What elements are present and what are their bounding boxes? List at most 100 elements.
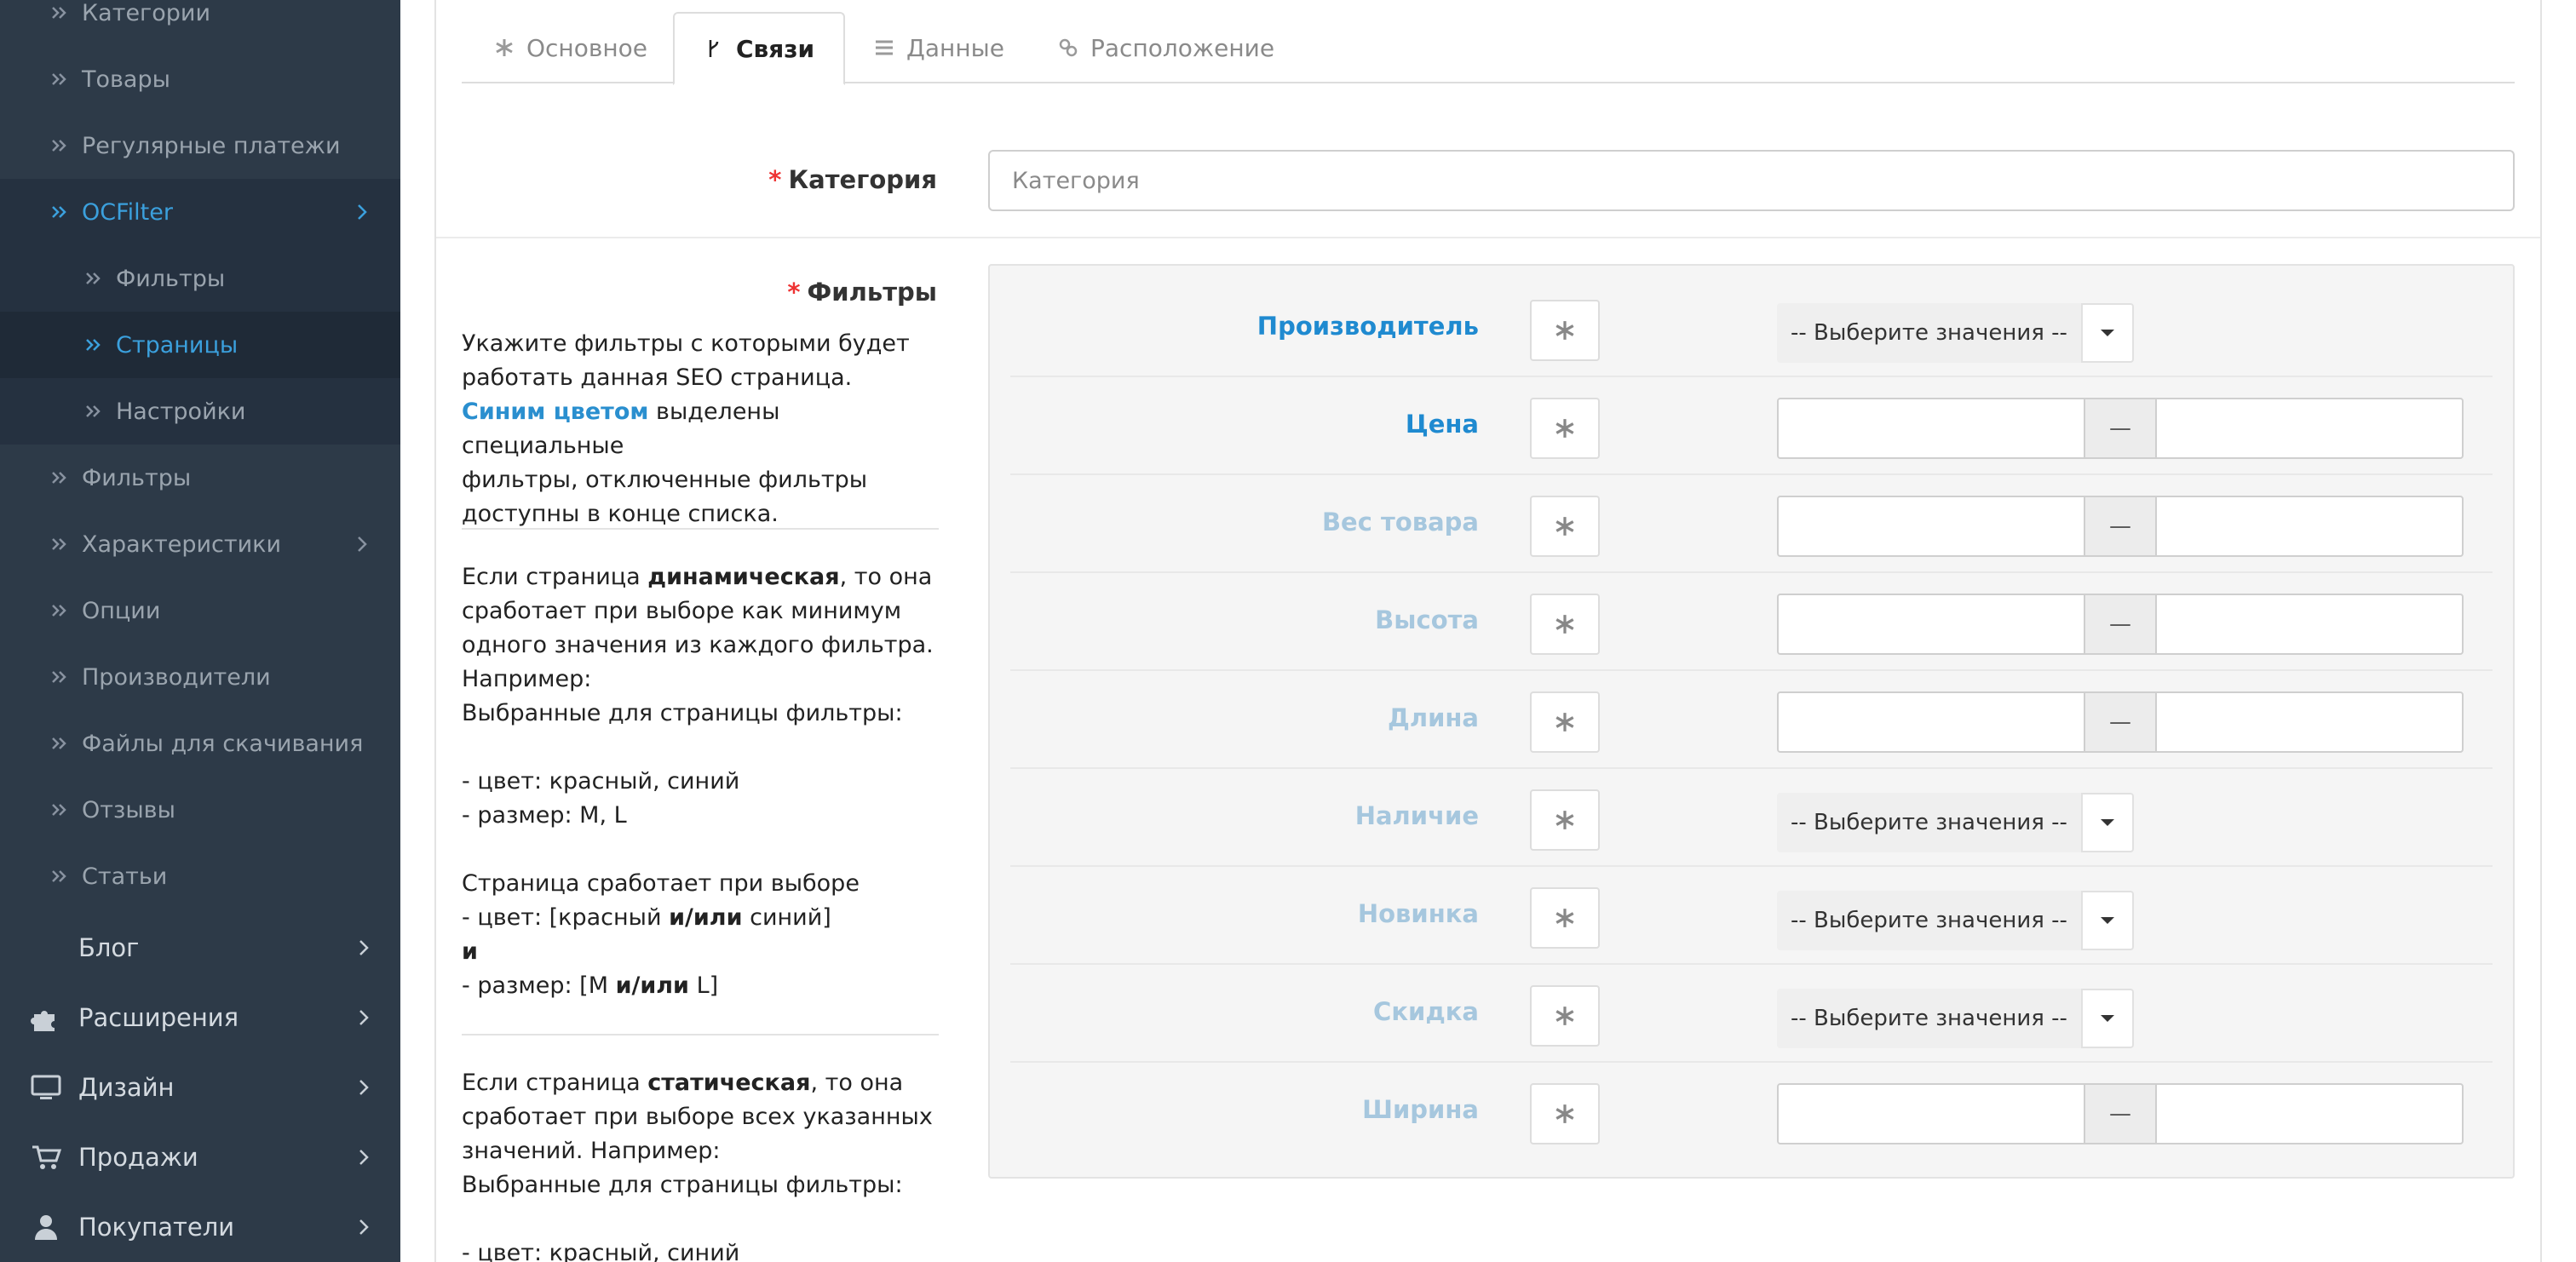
filter-row-price: Цена — [1010, 377, 2493, 475]
description-text: , то она [839, 564, 933, 590]
filters-label-text: Фильтры [807, 278, 937, 307]
description-bold: динамическая [647, 564, 840, 590]
sidebar-menu-design[interactable]: Дизайн [0, 1053, 400, 1122]
filter-name[interactable]: Скидка [1373, 997, 1479, 1026]
highlight-blue-text: Синим цветом [462, 399, 649, 425]
filter-any-button[interactable] [1530, 1083, 1600, 1144]
sidebar-item-label: Файлы для скачивания [82, 730, 364, 757]
tab-layout[interactable]: Расположение [1058, 12, 1274, 83]
range-max-input[interactable] [2155, 1083, 2464, 1144]
double-chevron-right-icon [52, 7, 66, 19]
sidebar-item-downloads[interactable]: Файлы для скачивания [0, 710, 400, 777]
caret-down-icon [2100, 330, 2114, 336]
range-min-input[interactable] [1777, 594, 2085, 655]
sidebar-item-filters[interactable]: Фильтры [0, 445, 400, 511]
filter-values-select[interactable]: -- Выберите значения -- [1777, 793, 2134, 852]
filter-any-button[interactable] [1530, 691, 1600, 753]
filter-name[interactable]: Ширина [1362, 1095, 1479, 1124]
filter-any-button[interactable] [1530, 496, 1600, 557]
filter-any-button[interactable] [1530, 887, 1600, 949]
dynamic-description: Если страница динамическая, то она срабо… [462, 560, 939, 1003]
dropdown-toggle[interactable] [2080, 303, 2134, 363]
filter-name[interactable]: Производитель [1257, 312, 1479, 341]
filter-name[interactable]: Новинка [1358, 899, 1479, 928]
filter-any-button[interactable] [1530, 594, 1600, 655]
chevron-right-icon [358, 204, 367, 220]
sidebar-item-categories[interactable]: Категории [0, 0, 400, 46]
sidebar-menu-customers[interactable]: Покупатели [0, 1192, 400, 1262]
sidebar-item-reviews[interactable]: Отзывы [0, 777, 400, 843]
filter-row-length: Длина — [1010, 671, 2493, 769]
range-min-input[interactable] [1777, 691, 2085, 753]
tab-general[interactable]: Основное [494, 12, 647, 83]
required-mark: * [787, 278, 801, 307]
tab-links[interactable]: Связи [673, 12, 846, 85]
filters-label: * Фильтры [787, 278, 937, 307]
description-line: Синим цветом выделены специальные [462, 395, 939, 463]
filter-range: — [1777, 398, 2464, 459]
asterisk-icon [1555, 615, 1574, 634]
caret-down-icon [2100, 819, 2114, 826]
description-line: Страница сработает при выборе [462, 870, 860, 897]
tab-data[interactable]: Данные [874, 12, 1004, 83]
dropdown-toggle[interactable] [2080, 989, 2134, 1048]
range-max-input[interactable] [2155, 398, 2464, 459]
filter-name[interactable]: Длина [1388, 703, 1479, 732]
sidebar-item-ocfilter-settings[interactable]: Настройки [0, 378, 400, 445]
filter-name[interactable]: Высота [1375, 605, 1479, 634]
filter-row-weight: Вес товара — [1010, 475, 2493, 573]
filter-row-width: Ширина — [1010, 1063, 2493, 1161]
category-input[interactable] [988, 150, 2515, 211]
double-chevron-right-icon [52, 804, 66, 816]
sidebar-menu-label: Продажи [78, 1143, 198, 1172]
description-bold: и/или [615, 972, 689, 999]
sidebar-menu-label: Покупатели [78, 1213, 235, 1242]
static-description: Если страница статическая, то она сработ… [462, 1066, 939, 1262]
dropdown-toggle[interactable] [2080, 793, 2134, 852]
range-max-input[interactable] [2155, 496, 2464, 557]
description-text: - цвет: [красный [462, 904, 670, 931]
filter-values-select[interactable]: -- Выберите значения -- [1777, 989, 2134, 1048]
sidebar-menu-extensions[interactable]: Расширения [0, 983, 400, 1053]
filter-values-select[interactable]: -- Выберите значения -- [1777, 891, 2134, 950]
description-text: Если страница [462, 564, 648, 590]
filter-any-button[interactable] [1530, 985, 1600, 1047]
sidebar-item-ocfilter[interactable]: OCFilter [0, 179, 400, 245]
description-line: Если страница статическая, то она [462, 1066, 939, 1100]
filter-any-button[interactable] [1530, 398, 1600, 459]
description-text: - размер: [M [462, 972, 616, 999]
double-chevron-right-icon [52, 538, 66, 550]
sidebar-menu-sales[interactable]: Продажи [0, 1122, 400, 1192]
filter-any-button[interactable] [1530, 789, 1600, 851]
filter-name[interactable]: Вес товара [1322, 508, 1479, 536]
sidebar-item-products[interactable]: Товары [0, 46, 400, 112]
filter-name[interactable]: Цена [1406, 410, 1479, 439]
dropdown-toggle[interactable] [2080, 891, 2134, 950]
range-min-input[interactable] [1777, 496, 2085, 557]
range-min-input[interactable] [1777, 1083, 2085, 1144]
range-min-input[interactable] [1777, 398, 2085, 459]
filter-range: — [1777, 691, 2464, 753]
range-max-input[interactable] [2155, 691, 2464, 753]
sidebar-item-label: Производители [82, 663, 271, 691]
sidebar-item-label: Страницы [116, 331, 239, 359]
sidebar-menu-blog[interactable]: Блог [0, 913, 400, 983]
monitor-icon [31, 1075, 61, 1099]
filter-name[interactable]: Наличие [1355, 801, 1479, 830]
sidebar-item-ocfilter-filters[interactable]: Фильтры [0, 245, 400, 312]
filter-range: — [1777, 496, 2464, 557]
caret-down-icon [2100, 917, 2114, 924]
sidebar-menu-label: Дизайн [78, 1073, 175, 1102]
filter-any-button[interactable] [1530, 300, 1600, 361]
filter-range: — [1777, 594, 2464, 655]
sidebar-item-recurring[interactable]: Регулярные платежи [0, 112, 400, 179]
description-text: L] [688, 972, 719, 999]
range-max-input[interactable] [2155, 594, 2464, 655]
filter-values-select[interactable]: -- Выберите значения -- [1777, 303, 2134, 363]
sidebar-item-articles[interactable]: Статьи [0, 843, 400, 909]
sidebar-item-options[interactable]: Опции [0, 577, 400, 644]
sidebar-item-manufacturers[interactable]: Производители [0, 644, 400, 710]
sidebar-item-ocfilter-pages[interactable]: Страницы [0, 312, 400, 378]
sidebar-item-attributes[interactable]: Характеристики [0, 511, 400, 577]
